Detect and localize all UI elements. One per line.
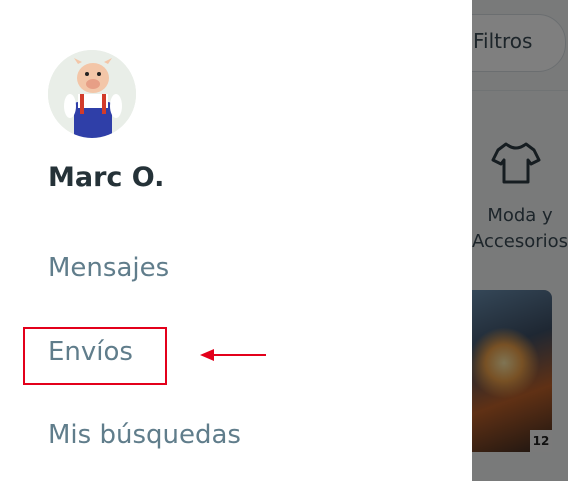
avatar-cartoon-pig-icon (48, 50, 136, 138)
avatar[interactable] (48, 50, 136, 138)
arrow-left-icon (200, 349, 266, 361)
navigation-drawer: Marc O. Mensajes Envíos Mis búsquedas (0, 0, 472, 481)
menu-item-mis-busquedas[interactable]: Mis búsquedas (48, 420, 241, 450)
user-name: Marc O. (48, 162, 165, 193)
dim-overlay[interactable] (472, 0, 568, 481)
highlight-box (23, 327, 167, 385)
menu-item-mensajes[interactable]: Mensajes (48, 253, 169, 283)
